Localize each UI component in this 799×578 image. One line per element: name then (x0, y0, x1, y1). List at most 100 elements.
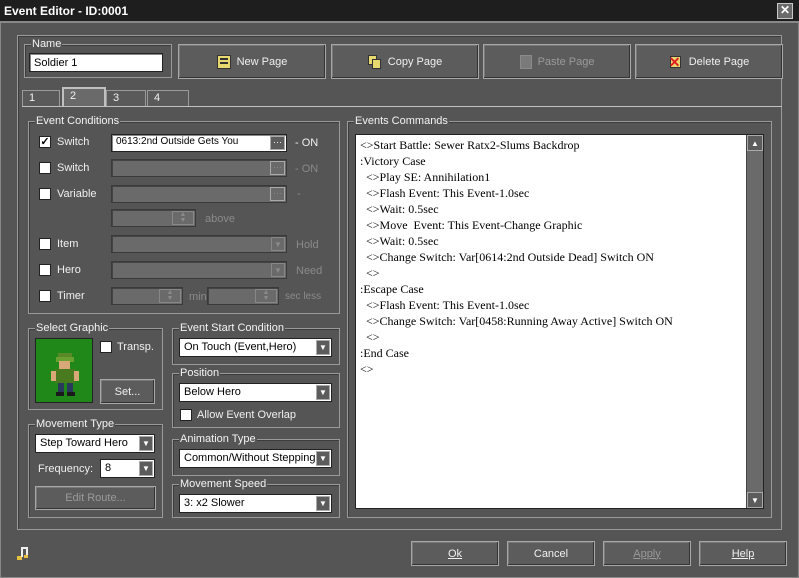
help-button[interactable]: Help (699, 541, 787, 566)
timer-sec-label: sec less (285, 291, 322, 302)
switch1-browse-button[interactable]: ··· (270, 136, 285, 150)
switch2-browse-button[interactable]: ··· (270, 161, 285, 175)
timer-min-stepper[interactable]: ▲ ▼ (111, 287, 183, 305)
set-graphic-button[interactable]: Set... (100, 379, 155, 404)
chevron-down-icon: ▼ (139, 436, 153, 451)
variable-checkbox[interactable] (39, 188, 51, 200)
command-line[interactable]: :Escape Case (360, 281, 759, 297)
event-start-value: On Touch (Event,Hero) (184, 341, 297, 353)
variable-above-label: above (205, 213, 235, 225)
tab-2[interactable]: 2 (62, 87, 106, 107)
switch2-checkbox[interactable] (39, 162, 51, 174)
switch1-field[interactable]: 0613:2nd Outside Gets You ··· (111, 134, 287, 152)
chevron-down-icon: ▼ (271, 263, 285, 277)
paste-page-button[interactable]: Paste Page (483, 44, 631, 79)
item-dropdown[interactable]: ▼ (111, 235, 287, 253)
chevron-down-icon: ▼ (139, 461, 153, 476)
events-commands-label: Events Commands (354, 115, 449, 127)
command-line[interactable]: <> (360, 361, 759, 377)
variable-field[interactable]: ··· (111, 185, 287, 203)
movement-speed-value: 3: x2 Slower (184, 497, 245, 509)
position-dropdown[interactable]: Below Hero ▼ (179, 383, 332, 402)
apply-label: Apply (633, 547, 661, 560)
movement-speed-dropdown[interactable]: 3: x2 Slower ▼ (179, 494, 332, 513)
switch1-value: 0613:2nd Outside Gets You (116, 136, 239, 147)
soldier-sprite-icon (51, 353, 79, 396)
tab-divider (22, 106, 782, 107)
allow-overlap-label: Allow Event Overlap (197, 409, 297, 421)
new-page-button[interactable]: New Page (178, 44, 326, 79)
chevron-down-icon: ▼ (271, 237, 285, 251)
ok-button[interactable]: Ok (411, 541, 499, 566)
tab-4[interactable]: 4 (147, 90, 189, 107)
variable-value-stepper[interactable]: ▲ ▼ (111, 209, 196, 227)
timer-label: Timer (57, 290, 85, 302)
command-line[interactable]: <> (360, 265, 759, 281)
graphic-preview[interactable] (35, 338, 93, 403)
scroll-up-button[interactable]: ▲ (747, 135, 763, 151)
hero-checkbox[interactable] (39, 264, 51, 276)
command-line[interactable]: <>Play SE: Annihilation1 (360, 169, 759, 185)
tab-4-label: 4 (154, 92, 161, 104)
cancel-label: Cancel (533, 547, 569, 560)
variable-label: Variable (57, 188, 97, 200)
timer-sec-stepper[interactable]: ▲ ▼ (207, 287, 279, 305)
switch1-suffix: - ON (295, 137, 319, 149)
command-line[interactable]: <> (360, 329, 759, 345)
item-checkbox[interactable] (39, 238, 51, 250)
allow-overlap-checkbox[interactable] (180, 409, 192, 421)
frequency-dropdown[interactable]: 8 ▼ (100, 459, 155, 478)
cancel-button[interactable]: Cancel (507, 541, 595, 566)
switch2-field[interactable]: ··· (111, 159, 287, 177)
copy-page-button[interactable]: Copy Page (331, 44, 479, 79)
command-line[interactable]: <>Wait: 0.5sec (360, 233, 759, 249)
music-note-icon[interactable] (15, 545, 31, 561)
name-input[interactable] (29, 53, 163, 72)
hero-label: Hero (57, 264, 81, 276)
chevron-down-icon: ▼ (316, 451, 330, 466)
delete-page-label: Delete Page (688, 55, 750, 68)
timer-checkbox[interactable] (39, 290, 51, 302)
help-label: Help (731, 547, 755, 560)
movement-type-dropdown[interactable]: Step Toward Hero ▼ (35, 434, 155, 453)
command-line[interactable]: <>Wait: 0.5sec (360, 201, 759, 217)
chevron-down-icon: ▼ (316, 385, 330, 400)
timer-sec-spin-arrows[interactable]: ▲ ▼ (255, 289, 277, 303)
animation-type-dropdown[interactable]: Common/Without Stepping ▼ (179, 449, 332, 468)
copy-page-label: Copy Page (387, 55, 443, 68)
switch1-checkbox[interactable]: ✓ (39, 136, 51, 148)
event-start-dropdown[interactable]: On Touch (Event,Hero) ▼ (179, 338, 332, 357)
event-command-list[interactable]: <>Start Battle: Sewer Ratx2-Slums Backdr… (355, 134, 764, 509)
apply-button[interactable]: Apply (603, 541, 691, 566)
scroll-down-button[interactable]: ▼ (747, 492, 763, 508)
new-page-label: New Page (236, 55, 288, 68)
command-line[interactable]: :Victory Case (360, 153, 759, 169)
paste-page-label: Paste Page (537, 55, 595, 68)
movement-type-value: Step Toward Hero (40, 437, 128, 449)
delete-page-button[interactable]: ✕ Delete Page (635, 44, 783, 79)
transparent-checkbox[interactable] (100, 341, 112, 353)
variable-spin-arrows[interactable]: ▲ ▼ (172, 211, 194, 225)
hero-dropdown[interactable]: ▼ (111, 261, 287, 279)
variable-browse-button[interactable]: ··· (270, 187, 285, 201)
chevron-down-icon: ▼ (316, 496, 330, 511)
ok-label: Ok (447, 547, 463, 560)
command-line[interactable]: <>Start Battle: Sewer Ratx2-Slums Backdr… (360, 137, 759, 153)
edit-route-button[interactable]: Edit Route... (35, 486, 156, 510)
command-lines: <>Start Battle: Sewer Ratx2-Slums Backdr… (360, 137, 759, 377)
command-line[interactable]: <>Flash Event: This Event-1.0sec (360, 297, 759, 313)
name-label: Name (31, 38, 63, 50)
timer-min-spin-arrows[interactable]: ▲ ▼ (159, 289, 181, 303)
chevron-down-icon: ▼ (316, 340, 330, 355)
tab-3[interactable]: 3 (106, 90, 146, 107)
command-line[interactable]: <>Change Switch: Var[0458:Running Away A… (360, 313, 759, 329)
close-icon[interactable]: ✕ (777, 3, 793, 19)
command-line[interactable]: <>Move Event: This Event-Change Graphic (360, 217, 759, 233)
command-line[interactable]: <>Change Switch: Var[0614:2nd Outside De… (360, 249, 759, 265)
command-line[interactable]: :End Case (360, 345, 759, 361)
frequency-label: Frequency: (38, 463, 94, 475)
command-line[interactable]: <>Flash Event: This Event-1.0sec (360, 185, 759, 201)
tab-1[interactable]: 1 (22, 90, 60, 107)
delete-page-icon: ✕ (668, 53, 681, 70)
command-list-scrollbar[interactable]: ▲ ▼ (746, 135, 763, 508)
